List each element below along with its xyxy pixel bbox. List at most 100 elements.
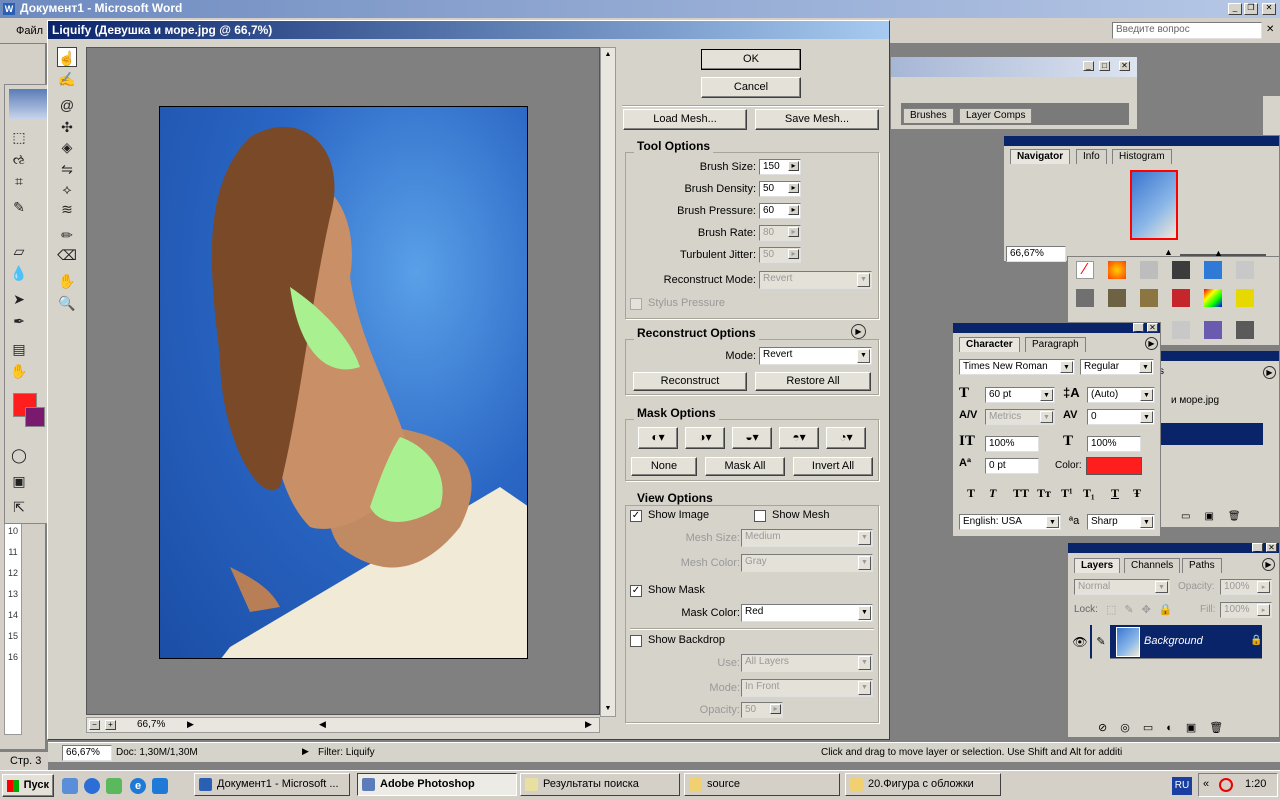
layers-minimize-button[interactable]: _ <box>1252 543 1263 552</box>
navigator-zoom[interactable]: 66,67% <box>1006 246 1066 262</box>
zoom-tool-icon[interactable]: 🔍 <box>57 293 77 313</box>
leading-dropdown-icon[interactable]: ▼ <box>1140 389 1153 401</box>
superscript-button[interactable]: T¹ <box>1061 486 1073 501</box>
style-swatch-15[interactable] <box>1236 321 1254 339</box>
zoom-in-button[interactable]: + <box>105 720 116 730</box>
mask-all-button[interactable]: Mask All <box>705 457 785 476</box>
quicklaunch-desktop-icon[interactable] <box>62 778 78 794</box>
mirror-tool-icon[interactable]: ⟡ <box>57 179 77 199</box>
layers-menu-icon[interactable]: ▶ <box>1262 558 1275 571</box>
quicklaunch-ie2-icon[interactable] <box>152 778 168 794</box>
tab-navigator[interactable]: Navigator <box>1010 149 1071 164</box>
hscroll-left-icon[interactable]: ◀ <box>319 719 326 730</box>
mask-replace-button[interactable]: ◐▾ <box>638 427 678 449</box>
taskbar-item-figure[interactable]: 20.Фигура с обложки <box>845 773 1001 796</box>
tray-expand-icon[interactable]: « <box>1203 778 1209 790</box>
character-close-button[interactable]: ✕ <box>1147 323 1158 332</box>
language-select[interactable]: English: USA ▼ <box>959 514 1061 530</box>
font-family-select[interactable]: Times New Roman ▼ <box>959 359 1075 375</box>
text-color-swatch[interactable] <box>1086 457 1142 475</box>
show-mesh-checkbox[interactable] <box>754 510 766 522</box>
word-restore-button[interactable]: ❐ <box>1244 3 1258 15</box>
menu-file[interactable]: Файл <box>16 25 43 37</box>
mask-color-dropdown-icon[interactable]: ▼ <box>858 606 871 620</box>
scroll-down-icon[interactable]: ▼ <box>602 703 614 715</box>
style-swatch-9[interactable] <box>1140 289 1158 307</box>
pen-tool-icon[interactable]: ✒ <box>9 311 29 331</box>
antialias-dropdown-icon[interactable]: ▼ <box>1140 516 1153 528</box>
style-swatch-14[interactable] <box>1204 321 1222 339</box>
font-style-select[interactable]: Regular ▼ <box>1080 359 1154 375</box>
blur-tool-icon[interactable]: 💧 <box>9 263 29 283</box>
reconstruct-mode-select-2[interactable]: Revert ▼ <box>759 347 872 365</box>
help-close-icon[interactable]: ✕ <box>1266 24 1274 35</box>
taskbar-item-word[interactable]: Документ1 - Microsoft ... <box>194 773 350 796</box>
reconstruct-mode-dropdown-icon-2[interactable]: ▼ <box>857 349 870 363</box>
style-swatch-7[interactable] <box>1076 289 1094 307</box>
show-mask-checkbox[interactable]: ✓ <box>630 585 642 597</box>
tracking-select[interactable]: 0 ▼ <box>1087 409 1155 425</box>
brush-pressure-arrow-icon[interactable]: ▸ <box>788 205 799 215</box>
freeze-mask-tool-icon[interactable]: ✏ <box>57 225 77 245</box>
font-family-dropdown-icon[interactable]: ▼ <box>1060 361 1073 373</box>
faux-bold-button[interactable]: T <box>967 486 975 501</box>
tab-paths[interactable]: Paths <box>1182 558 1222 573</box>
layer-brush-icon[interactable]: ✎ <box>1092 625 1110 659</box>
tray-opera-icon[interactable] <box>1219 778 1233 792</box>
font-size-select[interactable]: 60 pt ▼ <box>985 387 1055 403</box>
language-indicator[interactable]: RU <box>1172 777 1192 795</box>
tab-histogram[interactable]: Histogram <box>1112 149 1172 164</box>
brushes-minimize-button[interactable]: _ <box>1083 61 1094 71</box>
marquee-tool-icon[interactable]: ⬚ <box>9 127 29 147</box>
jump-to-icon[interactable]: ⇱ <box>9 497 29 517</box>
baseline-shift-input[interactable]: 0 pt <box>985 458 1039 474</box>
hand-tool-icon[interactable]: ✋ <box>57 271 77 291</box>
show-image-checkbox[interactable]: ✓ <box>630 510 642 522</box>
scroll-up-icon[interactable]: ▲ <box>602 49 614 61</box>
restore-all-button[interactable]: Restore All <box>755 372 871 391</box>
font-style-dropdown-icon[interactable]: ▼ <box>1139 361 1152 373</box>
turbulence-tool-icon[interactable]: ≋ <box>57 199 77 219</box>
invert-all-button[interactable]: Invert All <box>793 457 873 476</box>
preview-vscrollbar[interactable]: ▲ ▼ <box>600 47 616 717</box>
tab-character[interactable]: Character <box>959 337 1020 352</box>
hand-tool-icon[interactable]: ✋ <box>9 361 29 381</box>
tab-paragraph[interactable]: Paragraph <box>1025 337 1086 352</box>
tab-info[interactable]: Info <box>1076 149 1107 164</box>
tab-brushes[interactable]: Brushes <box>903 108 954 123</box>
mask-subtract-button[interactable]: ◒▾ <box>732 427 772 449</box>
quickmask-icon[interactable]: ◯ <box>9 445 29 465</box>
brush-density-arrow-icon[interactable]: ▸ <box>788 183 799 193</box>
zoom-menu-icon[interactable]: ▶ <box>187 719 194 730</box>
push-left-tool-icon[interactable]: ⇋ <box>57 159 77 179</box>
language-dropdown-icon[interactable]: ▼ <box>1046 516 1059 528</box>
path-select-tool-icon[interactable]: ➤ <box>9 289 29 309</box>
character-menu-icon[interactable]: ▶ <box>1145 337 1158 350</box>
notes-tool-icon[interactable]: ▤ <box>9 339 29 359</box>
bloat-tool-icon[interactable]: ◈ <box>57 137 77 157</box>
subscript-button[interactable]: T₁ <box>1083 486 1095 501</box>
taskbar-item-photoshop[interactable]: Adobe Photoshop <box>357 773 517 796</box>
navigator-thumbnail[interactable] <box>1130 170 1178 240</box>
word-close-button[interactable]: ✕ <box>1262 3 1276 15</box>
mask-invert-button[interactable]: ◔▾ <box>826 427 866 449</box>
style-swatch-3[interactable] <box>1140 261 1158 279</box>
pucker-tool-icon[interactable]: ✣ <box>57 117 77 137</box>
twirl-tool-icon[interactable]: @ <box>57 95 77 115</box>
font-size-dropdown-icon[interactable]: ▼ <box>1040 389 1053 401</box>
healing-tool-icon[interactable]: ✎ <box>9 197 29 217</box>
style-swatch-none[interactable]: ⁄ <box>1076 261 1094 279</box>
leading-select[interactable]: (Auto) ▼ <box>1087 387 1155 403</box>
antialias-select[interactable]: Sharp ▼ <box>1087 514 1155 530</box>
quicklaunch-ie-icon[interactable]: e <box>130 778 146 794</box>
tab-layers[interactable]: Layers <box>1074 558 1121 573</box>
reconstruct-button[interactable]: Reconstruct <box>633 372 747 391</box>
style-swatch-12[interactable] <box>1236 289 1254 307</box>
background-color-swatch[interactable] <box>25 407 45 427</box>
cancel-button[interactable]: Cancel <box>701 77 801 98</box>
tab-layer-comps[interactable]: Layer Comps <box>959 108 1033 123</box>
layer-row-background[interactable]: 👁 ✎ Background 🔒 <box>1070 625 1262 659</box>
mask-color-select[interactable]: Red ▼ <box>741 604 873 622</box>
taskbar-item-search-results[interactable]: Результаты поиска <box>520 773 680 796</box>
faux-italic-button[interactable]: T <box>989 486 996 501</box>
